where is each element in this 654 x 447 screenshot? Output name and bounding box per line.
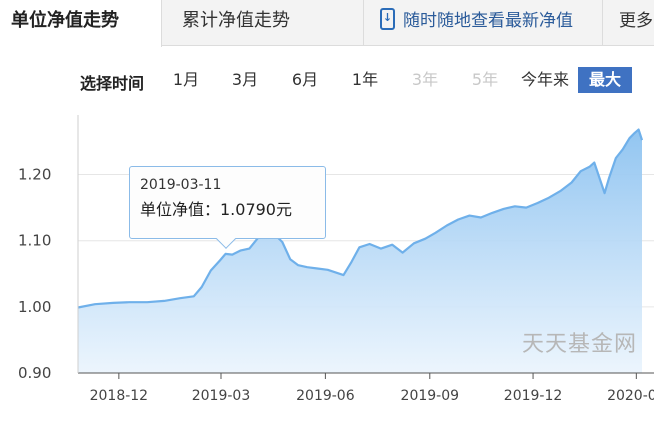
y-tick-label: 0.90 <box>18 364 51 382</box>
period-option-3y: 3年 <box>411 70 439 89</box>
y-tick-label: 1.00 <box>18 298 51 316</box>
more-link[interactable]: 更多 <box>619 0 653 46</box>
period-option-1m[interactable]: 1月 <box>171 67 201 93</box>
tab-divider <box>602 0 603 46</box>
period-selector-label: 选择时间 <box>80 74 145 93</box>
x-tick-label: 2018-12 <box>90 388 149 404</box>
mobile-promo-label: 随时随地查看最新净值 <box>403 11 573 31</box>
nav-chart: 0.90 1.00 1.10 1.20 2018-12 2019-03 2019-06 201… <box>0 100 654 447</box>
x-tick-label: 2019-09 <box>401 388 460 404</box>
period-option-max[interactable]: 最大 <box>578 67 632 93</box>
tab-unit-nav[interactable]: 单位净值走势 <box>0 0 162 47</box>
period-selector: 选择时间 1月 3月 6月 1年 3年 5年 今年来 最大 <box>0 62 654 98</box>
period-option-6m[interactable]: 6月 <box>289 67 321 93</box>
tab-accumulated-nav[interactable]: 累计净值走势 <box>182 0 290 46</box>
chart-tooltip: 2019-03-11 单位净值：1.0790元 <box>129 166 326 249</box>
phone-download-icon <box>380 8 395 30</box>
period-option-1y[interactable]: 1年 <box>349 67 381 93</box>
mobile-promo-link[interactable]: 随时随地查看最新净值 <box>380 0 573 46</box>
x-tick-label: 2019-12 <box>504 388 563 404</box>
tab-divider <box>363 0 364 46</box>
x-tick-label: 2020-03 <box>607 388 654 404</box>
period-option-5y: 5年 <box>471 70 499 89</box>
tooltip-date: 2019-03-11 <box>140 177 222 193</box>
x-tick-label: 2019-06 <box>296 388 355 404</box>
x-tick-label: 2019-03 <box>192 388 251 404</box>
y-tick-label: 1.10 <box>18 232 51 250</box>
nav-chart-svg: 0.90 1.00 1.10 1.20 2018-12 2019-03 2019-06 201… <box>18 115 654 404</box>
period-option-3m[interactable]: 3月 <box>229 67 261 93</box>
y-tick-label: 1.20 <box>18 166 51 184</box>
period-option-ytd[interactable]: 今年来 <box>516 67 574 93</box>
tab-bar: 单位净值走势 累计净值走势 随时随地查看最新净值 更多 <box>0 0 654 47</box>
tooltip-value: 单位净值：1.0790元 <box>140 200 292 219</box>
watermark-text: 天天基金网 <box>522 332 638 357</box>
